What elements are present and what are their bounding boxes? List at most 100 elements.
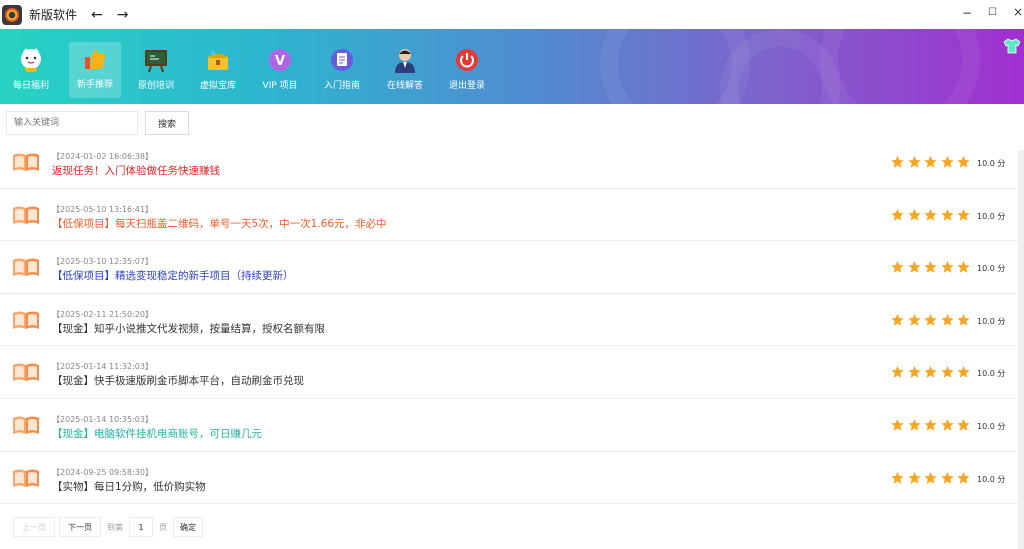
nav-item-logout[interactable]: 退出登录	[441, 43, 493, 99]
nav-banner: 每日福利 新手推荐 原创培训 虚拟宝库 V VIP 项目 入门指南 在线解答 退…	[0, 29, 1024, 104]
page-unit-label: 页	[159, 522, 167, 532]
thumbs-up-icon	[81, 45, 109, 73]
nav-item-vip-project[interactable]: V VIP 项目	[254, 43, 306, 99]
star-icon	[924, 418, 937, 431]
nav-label: 新手推荐	[76, 80, 113, 90]
item-score: 10.0 分	[977, 264, 1006, 274]
project-list: 【2024-01-02 16:06:38】 返现任务！入门体验做任务快速赚钱 10.…	[0, 136, 1018, 505]
item-date: 【2025-01-14 10:35:03】	[52, 414, 153, 424]
book-icon	[13, 153, 39, 171]
book-icon	[13, 416, 39, 434]
star-icon	[891, 208, 904, 221]
item-date: 【2025-03-10 12:35:07】	[52, 257, 153, 267]
item-score: 10.0 分	[977, 369, 1006, 379]
star-icon	[907, 208, 921, 221]
star-icon	[940, 155, 954, 168]
nav-label: 虚拟宝库	[199, 81, 236, 91]
star-icon	[957, 155, 970, 168]
nav-item-beginner-recommend[interactable]: 新手推荐	[69, 42, 121, 98]
forward-arrow-icon[interactable]: →	[117, 7, 129, 23]
close-button[interactable]: ×	[1013, 5, 1023, 19]
star-icon	[924, 471, 937, 484]
star-icon	[891, 366, 904, 379]
item-score: 10.0 分	[977, 474, 1006, 484]
scrollbar[interactable]	[1018, 150, 1024, 549]
item-score: 10.0 分	[977, 421, 1006, 431]
star-icon	[924, 208, 937, 221]
search-input[interactable]	[6, 111, 138, 135]
star-rating	[890, 155, 971, 169]
item-date: 【2025-05-10 13:16:41】	[52, 204, 153, 214]
nav-label: 每日福利	[12, 81, 49, 91]
list-item[interactable]: 【2024-09-25 09:58:30】 【实物】每日1分购，低价购实物 10.0…	[0, 452, 1018, 505]
search-button[interactable]: 搜索	[145, 111, 189, 135]
back-arrow-icon[interactable]: ←	[91, 7, 103, 23]
star-icon	[907, 155, 921, 168]
title-bar: 新版软件 ← → − ☐ ×	[0, 0, 1024, 29]
list-item[interactable]: 【2025-05-10 13:16:41】【低保项目】每天扫瓶盖二维码，单号一天…	[0, 189, 1018, 242]
item-title[interactable]: 【实物】每日1分购，低价购实物	[52, 479, 206, 494]
lucky-cat-icon	[17, 46, 45, 74]
nav-label: 在线解答	[386, 81, 423, 91]
minimize-button[interactable]: −	[962, 6, 972, 20]
star-rating	[890, 313, 971, 327]
star-icon	[907, 471, 921, 484]
chalkboard-icon	[142, 46, 170, 74]
star-icon	[924, 313, 937, 326]
star-icon	[907, 366, 921, 379]
support-agent-icon	[391, 46, 419, 74]
nav-item-daily-welfare[interactable]: 每日福利	[5, 43, 57, 99]
star-icon	[924, 155, 937, 168]
nav-item-original-training[interactable]: 原创培训	[130, 43, 182, 99]
item-title[interactable]: 【低保项目】精选变现稳定的新手项目（持续更新）	[52, 268, 294, 283]
star-icon	[907, 313, 921, 326]
star-rating	[890, 418, 971, 432]
nav-label: VIP 项目	[262, 81, 298, 91]
list-item[interactable]: 【2025-03-10 12:35:07】 【低保项目】精选变现稳定的新手项目（持…	[0, 241, 1018, 294]
star-icon	[940, 313, 954, 326]
star-rating	[890, 208, 971, 222]
vip-icon: V	[266, 46, 294, 74]
star-icon	[907, 261, 921, 273]
page-number-input[interactable]	[129, 517, 153, 537]
star-icon	[957, 366, 970, 379]
nav-item-getting-started[interactable]: 入门指南	[316, 43, 368, 99]
treasure-icon	[204, 46, 232, 74]
item-title[interactable]: 【低保项目】每天扫瓶盖二维码，单号一天5次，中一次1.66元，非必中	[52, 216, 387, 231]
star-icon	[891, 313, 904, 326]
item-title[interactable]: 【现金】快手极速版刷金币脚本平台，自动刷金币兑现	[52, 373, 304, 388]
book-icon	[13, 311, 39, 329]
nav-item-virtual-treasury[interactable]: 虚拟宝库	[192, 43, 244, 99]
item-date: 【2025-02-11 21:50:20】	[52, 309, 153, 319]
confirm-page-button[interactable]: 确定	[173, 517, 203, 537]
maximize-button[interactable]: ☐	[988, 7, 997, 18]
star-icon	[957, 208, 970, 221]
item-title[interactable]: 返现任务！入门体验做任务快速赚钱	[52, 163, 220, 178]
star-rating	[890, 471, 971, 485]
list-item[interactable]: 【2025-02-11 21:50:20】【现金】知乎小说推文代发视频，按量结算…	[0, 294, 1018, 347]
skin-shirt-icon[interactable]	[1003, 38, 1021, 54]
app-title: 新版软件	[29, 8, 78, 22]
list-item[interactable]: 【2024-01-02 16:06:38】 返现任务！入门体验做任务快速赚钱 10.…	[0, 136, 1018, 189]
star-icon	[891, 418, 904, 431]
star-icon	[940, 366, 954, 379]
nav-label: 原创培训	[137, 81, 174, 91]
star-rating	[890, 260, 971, 274]
star-icon	[940, 418, 954, 431]
item-score: 10.0 分	[977, 316, 1006, 326]
list-item[interactable]: 【2025-01-14 11:32:03】 【现金】快手极速版刷金币脚本平台，自动…	[0, 346, 1018, 399]
item-title[interactable]: 【现金】知乎小说推文代发视频，按量结算，授权名额有限	[52, 321, 325, 336]
star-icon	[891, 471, 904, 484]
goto-label: 到第	[107, 522, 123, 532]
prev-page-button[interactable]: 上一页	[13, 517, 55, 537]
app-logo-icon	[2, 4, 22, 25]
item-title[interactable]: 【现金】电脑软件挂机电商账号，可日赚几元	[52, 426, 262, 441]
star-icon	[924, 261, 937, 273]
item-score: 10.0 分	[977, 159, 1006, 168]
next-page-button[interactable]: 下一页	[59, 517, 101, 537]
star-icon	[940, 261, 954, 273]
star-icon	[957, 471, 970, 484]
nav-item-online-answers[interactable]: 在线解答	[379, 43, 431, 99]
star-icon	[957, 418, 970, 431]
list-item[interactable]: 【2025-01-14 10:35:03】【现金】电脑软件挂机电商账号，可日赚几…	[0, 399, 1018, 452]
